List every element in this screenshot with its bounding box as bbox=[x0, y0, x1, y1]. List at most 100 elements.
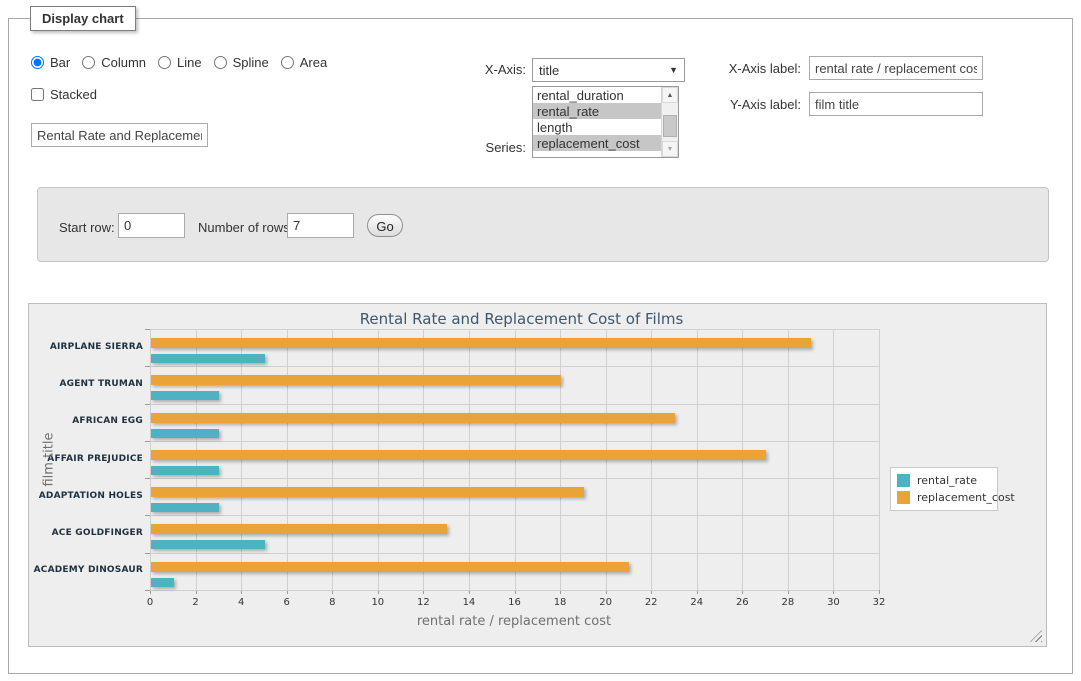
x-axis-tick bbox=[879, 590, 880, 594]
start-row-input[interactable] bbox=[118, 213, 185, 238]
gridline-horizontal bbox=[150, 441, 879, 442]
x-tick-label: 0 bbox=[135, 597, 165, 608]
series-listbox-label: Series: bbox=[434, 140, 526, 155]
bar-replacement_cost bbox=[151, 375, 561, 385]
x-axis-select[interactable]: title ▼ bbox=[532, 58, 685, 82]
chart-title: Rental Rate and Replacement Cost of Film… bbox=[29, 310, 1014, 328]
chart-type-radio-column[interactable] bbox=[82, 56, 95, 69]
chart-type-radio-spline[interactable] bbox=[214, 56, 227, 69]
start-row-label: Start row: bbox=[59, 220, 115, 235]
category-label: AGENT TRUMAN bbox=[29, 379, 143, 389]
gridline-horizontal bbox=[150, 590, 879, 591]
chart-type-option-area: Area bbox=[281, 55, 327, 70]
series-option-length[interactable]: length bbox=[533, 119, 661, 135]
gridline-horizontal bbox=[150, 478, 879, 479]
y-axis-tick bbox=[145, 515, 150, 516]
bar-replacement_cost bbox=[151, 413, 675, 423]
x-tick-label: 16 bbox=[500, 597, 530, 608]
series-options: rental_durationrental_ratelengthreplacem… bbox=[533, 87, 661, 157]
bar-rental_rate bbox=[151, 391, 219, 400]
gridline-horizontal bbox=[150, 329, 879, 330]
gridline-horizontal bbox=[150, 515, 879, 516]
number-of-rows-input[interactable] bbox=[287, 213, 354, 238]
bar-rental_rate bbox=[151, 578, 174, 587]
x-axis-selected-value: title bbox=[539, 63, 559, 78]
y-axis-tick bbox=[145, 553, 150, 554]
bar-rental_rate bbox=[151, 429, 219, 438]
x-tick-label: 4 bbox=[226, 597, 256, 608]
x-axis-label-input[interactable] bbox=[809, 56, 983, 80]
x-tick-label: 2 bbox=[181, 597, 211, 608]
chart-type-radio-area[interactable] bbox=[281, 56, 294, 69]
bar-replacement_cost bbox=[151, 450, 766, 460]
series-option-rental_rate[interactable]: rental_rate bbox=[533, 103, 661, 119]
page: { "fieldset": { "legend": "Display chart… bbox=[0, 0, 1081, 681]
bar-rental_rate bbox=[151, 540, 265, 549]
number-of-rows-label: Number of rows: bbox=[198, 220, 293, 235]
x-axis-label-field-label: X-Axis label: bbox=[709, 61, 801, 76]
bar-replacement_cost bbox=[151, 524, 447, 534]
x-tick-label: 18 bbox=[545, 597, 575, 608]
chart-type-radio-bar[interactable] bbox=[31, 56, 44, 69]
series-option-rental_duration[interactable]: rental_duration bbox=[533, 87, 661, 103]
x-tick-label: 30 bbox=[818, 597, 848, 608]
bar-rental_rate bbox=[151, 354, 265, 363]
series-option-replacement_cost[interactable]: replacement_cost bbox=[533, 135, 661, 151]
scroll-up-icon[interactable]: ▲ bbox=[662, 87, 678, 103]
chart-type-radio-line[interactable] bbox=[158, 56, 171, 69]
y-axis-tick bbox=[145, 366, 150, 367]
chart-type-option-column: Column bbox=[82, 55, 146, 70]
chevron-down-icon: ▼ bbox=[669, 65, 678, 75]
go-button[interactable]: Go bbox=[367, 214, 403, 237]
y-axis-label-input[interactable] bbox=[809, 92, 983, 116]
y-axis-title: film title bbox=[42, 428, 57, 492]
x-tick-label: 14 bbox=[454, 597, 484, 608]
legend-item-rental_rate[interactable]: rental_rate bbox=[897, 472, 991, 489]
stacked-checkbox[interactable] bbox=[31, 88, 44, 101]
scrollbar-thumb[interactable] bbox=[663, 115, 677, 137]
y-axis-tick bbox=[145, 404, 150, 405]
bar-replacement_cost bbox=[151, 338, 811, 348]
x-tick-label: 8 bbox=[317, 597, 347, 608]
x-tick-label: 22 bbox=[636, 597, 666, 608]
gridline-horizontal bbox=[150, 553, 879, 554]
stacked-row: Stacked bbox=[31, 87, 105, 102]
scroll-down-icon[interactable]: ▼ bbox=[662, 141, 678, 157]
x-tick-label: 24 bbox=[682, 597, 712, 608]
y-axis-tick bbox=[145, 590, 150, 591]
legend-label: rental_rate bbox=[917, 474, 977, 487]
resize-grip-icon[interactable] bbox=[1030, 630, 1042, 642]
chart-title-input[interactable] bbox=[31, 123, 208, 147]
legend-swatch bbox=[897, 491, 910, 504]
x-tick-label: 32 bbox=[864, 597, 894, 608]
x-tick-label: 28 bbox=[773, 597, 803, 608]
gridline-vertical bbox=[833, 329, 834, 590]
bar-rental_rate bbox=[151, 466, 219, 475]
series-listbox[interactable]: rental_durationrental_ratelengthreplacem… bbox=[532, 86, 679, 158]
x-tick-label: 12 bbox=[408, 597, 438, 608]
legend-item-replacement_cost[interactable]: replacement_cost bbox=[897, 489, 991, 506]
display-chart-fieldset: Display chart BarColumnLineSplineArea St… bbox=[8, 18, 1073, 674]
category-label: ACADEMY DINOSAUR bbox=[29, 565, 143, 575]
row-range-panel: Start row: Number of rows: Go bbox=[37, 187, 1049, 262]
bar-replacement_cost bbox=[151, 487, 584, 497]
y-axis-tick bbox=[145, 329, 150, 330]
x-tick-label: 10 bbox=[363, 597, 393, 608]
chart-type-option-spline: Spline bbox=[214, 55, 269, 70]
stacked-label: Stacked bbox=[31, 87, 97, 102]
x-axis-select-label: X-Axis: bbox=[434, 62, 526, 77]
x-axis-title: rental rate / replacement cost bbox=[319, 614, 709, 629]
bar-replacement_cost bbox=[151, 562, 629, 572]
chart-type-radiogroup: BarColumnLineSplineArea bbox=[31, 55, 335, 70]
category-label: AIRPLANE SIERRA bbox=[29, 342, 143, 352]
x-tick-label: 6 bbox=[272, 597, 302, 608]
gridline-vertical bbox=[788, 329, 789, 590]
category-label: AFRICAN EGG bbox=[29, 416, 143, 426]
y-axis-tick bbox=[145, 478, 150, 479]
listbox-scrollbar[interactable]: ▲ ▼ bbox=[661, 87, 678, 157]
gridline-vertical bbox=[879, 329, 880, 590]
chart-type-option-bar: Bar bbox=[31, 55, 70, 70]
x-tick-label: 20 bbox=[591, 597, 621, 608]
x-tick-label: 26 bbox=[727, 597, 757, 608]
legend-label: replacement_cost bbox=[917, 491, 1015, 504]
